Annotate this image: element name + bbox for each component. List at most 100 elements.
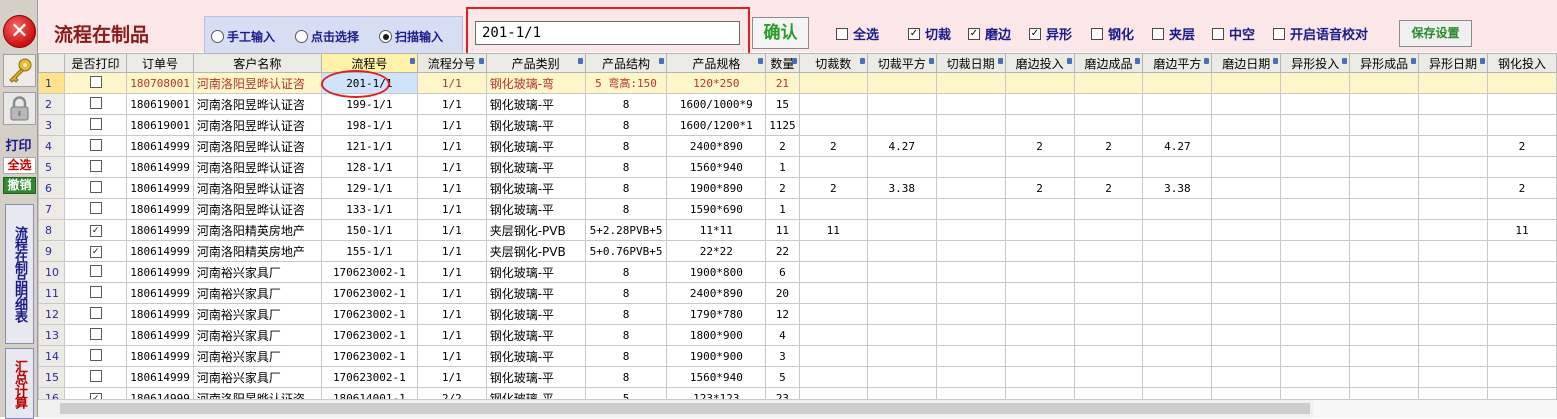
table-cell: 180614999 bbox=[126, 282, 194, 304]
print-checkbox-cell[interactable] bbox=[63, 114, 128, 136]
table-row[interactable]: 12 180614999 河南裕兴家具厂 170623002-1 1/1 钢化玻璃-平 8 1… bbox=[38, 303, 1557, 325]
print-checkbox-cell[interactable] bbox=[63, 366, 128, 388]
column-header-sorted[interactable]: 流程号 bbox=[320, 53, 418, 73]
print-checkbox[interactable] bbox=[89, 180, 102, 193]
column-header[interactable]: 磨边平方 bbox=[1142, 53, 1213, 73]
print-checkbox[interactable] bbox=[89, 96, 102, 109]
scan-input[interactable]: 201-1/1 bbox=[475, 21, 740, 45]
checkbox-edging[interactable]: ✓ 磨边 bbox=[968, 24, 1011, 43]
table-row[interactable]: 6 180614999 河南洛阳昱晔认证咨 129-1/1 1/1 钢化玻璃-平 8 1900… bbox=[38, 177, 1557, 199]
cancel-button[interactable]: 撤销 bbox=[3, 177, 36, 194]
print-checkbox[interactable] bbox=[89, 75, 102, 88]
confirm-button[interactable]: 确认 bbox=[752, 17, 809, 49]
print-checkbox-cell[interactable] bbox=[63, 135, 128, 157]
table-row[interactable]: 2 180619001 河南洛阳昱晔认证咨 199-1/1 1/1 钢化玻璃-平 8 1600… bbox=[38, 93, 1557, 115]
print-checkbox-cell[interactable] bbox=[63, 303, 128, 325]
column-header[interactable]: 异形日期 bbox=[1418, 53, 1488, 73]
lock-button[interactable] bbox=[3, 92, 36, 125]
checkbox-laminated[interactable]: 夹层 bbox=[1152, 24, 1195, 43]
print-checkbox[interactable] bbox=[89, 117, 102, 130]
column-header[interactable]: 产品类别 bbox=[485, 53, 586, 73]
table-row[interactable]: 9 ✓ 180614999 河南洛阳精英房地产 155-1/1 1/1 夹层钢化-PVB 5+… bbox=[38, 240, 1557, 262]
close-button[interactable]: ✕ bbox=[3, 15, 36, 48]
print-checkbox[interactable]: ✓ bbox=[89, 246, 102, 258]
print-checkbox-cell[interactable] bbox=[63, 261, 128, 283]
column-header[interactable]: 切裁日期 bbox=[935, 53, 1006, 73]
print-checkbox-cell[interactable] bbox=[63, 324, 128, 346]
summary-calc-button[interactable]: 汇总计算 bbox=[5, 348, 34, 419]
column-header[interactable]: 客户名称 bbox=[192, 53, 322, 73]
print-checkbox[interactable]: ✓ bbox=[89, 225, 102, 237]
column-header[interactable]: 产品结构 bbox=[584, 53, 668, 73]
table-row[interactable]: 16 ✓ 180614999 河南洛阳昱晔认证咨 180614001-1 2/2 钢化玻璃-… bbox=[38, 387, 1557, 399]
print-checkbox[interactable] bbox=[89, 348, 102, 361]
print-checkbox[interactable] bbox=[89, 369, 102, 382]
table-row[interactable]: 14 180614999 河南裕兴家具厂 170623002-1 1/1 钢化玻璃-平 8 1… bbox=[38, 345, 1557, 367]
column-header[interactable]: 异形投入 bbox=[1280, 53, 1351, 73]
save-settings-button[interactable]: 保存设置 bbox=[1399, 20, 1472, 47]
column-header[interactable]: 钢化投入 bbox=[1486, 53, 1557, 73]
print-button[interactable]: 打印 bbox=[0, 135, 37, 154]
print-checkbox[interactable] bbox=[89, 306, 102, 319]
column-header[interactable]: 数量 bbox=[765, 53, 800, 73]
checkbox-insulated[interactable]: 中空 bbox=[1212, 24, 1255, 43]
column-header[interactable]: 异形成品 bbox=[1349, 53, 1420, 73]
print-checkbox[interactable] bbox=[89, 327, 102, 340]
checkbox-tempering[interactable]: 钢化 bbox=[1091, 24, 1134, 43]
table-cell bbox=[1004, 198, 1075, 220]
print-checkbox-cell[interactable]: ✓ bbox=[63, 219, 128, 241]
column-label: 磨边投入 bbox=[1015, 56, 1064, 71]
table-cell: 1 bbox=[765, 156, 800, 178]
table-row[interactable]: 10 180614999 河南裕兴家具厂 170623002-1 1/1 钢化玻璃-平 8 1… bbox=[38, 261, 1557, 283]
print-checkbox[interactable] bbox=[89, 201, 102, 214]
radio-manual-input[interactable]: 手工输入 bbox=[211, 28, 275, 45]
horizontal-scrollbar[interactable] bbox=[38, 399, 1557, 418]
checkbox-select-all[interactable]: 全选 bbox=[836, 24, 879, 43]
column-header[interactable]: 磨边日期 bbox=[1211, 53, 1282, 73]
column-header[interactable]: 切裁数 bbox=[798, 53, 868, 73]
checkbox-cutting[interactable]: ✓ 切裁 bbox=[908, 24, 951, 43]
print-checkbox-cell[interactable]: ✓ bbox=[63, 240, 128, 262]
print-checkbox-cell[interactable] bbox=[63, 177, 128, 199]
print-checkbox-cell[interactable] bbox=[63, 345, 128, 367]
table-row[interactable]: 15 180614999 河南裕兴家具厂 170623002-1 1/1 钢化玻璃-平 8 1… bbox=[38, 366, 1557, 388]
table-row[interactable]: 1 180708001 河南洛阳昱晔认证咨 201-1/1 1/1 钢化玻璃-弯 5 弯高:… bbox=[38, 72, 1557, 94]
print-checkbox-cell[interactable] bbox=[63, 198, 128, 220]
print-checkbox-cell[interactable] bbox=[63, 93, 128, 115]
column-header[interactable]: 切裁平方 bbox=[866, 53, 937, 73]
table-cell bbox=[1142, 324, 1213, 346]
column-header[interactable]: 磨边投入 bbox=[1004, 53, 1075, 73]
row-number: 5 bbox=[38, 156, 65, 178]
column-header[interactable]: 订单号 bbox=[126, 53, 194, 73]
select-all-button[interactable]: 全选 bbox=[3, 157, 36, 174]
column-header[interactable]: 产品规格 bbox=[666, 53, 767, 73]
table-row[interactable]: 11 180614999 河南裕兴家具厂 170623002-1 1/1 钢化玻璃-平 8 2… bbox=[38, 282, 1557, 304]
checkbox-shaped[interactable]: ✓ 异形 bbox=[1029, 24, 1072, 43]
column-header[interactable]: 流程分号 bbox=[416, 53, 487, 73]
print-checkbox[interactable] bbox=[89, 264, 102, 277]
column-header[interactable]: 磨边成品 bbox=[1073, 53, 1144, 73]
table-cell: 180619001 bbox=[126, 93, 194, 115]
print-checkbox[interactable] bbox=[89, 138, 102, 151]
print-checkbox-cell[interactable]: ✓ bbox=[63, 387, 128, 399]
table-row[interactable]: 7 180614999 河南洛阳昱晔认证咨 133-1/1 1/1 钢化玻璃-平 8 1590… bbox=[38, 198, 1557, 220]
radio-scan-input[interactable]: 扫描输入 bbox=[379, 28, 443, 45]
table-cell: 180614999 bbox=[126, 366, 194, 388]
table-row[interactable]: 8 ✓ 180614999 河南洛阳精英房地产 150-1/1 1/1 夹层钢化-PVB 5+… bbox=[38, 219, 1557, 241]
table-row[interactable]: 3 180619001 河南洛阳昱晔认证咨 198-1/1 1/1 钢化玻璃-平 8 1600… bbox=[38, 114, 1557, 136]
print-checkbox[interactable] bbox=[89, 285, 102, 298]
flow-detail-report-button[interactable]: 流程在制品明细表 bbox=[5, 204, 34, 344]
checkbox-voice-check[interactable]: 开启语音校对 bbox=[1273, 24, 1368, 43]
radio-click-select[interactable]: 点击选择 bbox=[295, 28, 359, 45]
scrollbar-thumb[interactable] bbox=[60, 403, 1310, 414]
print-checkbox-cell[interactable] bbox=[63, 156, 128, 178]
table-row[interactable]: 5 180614999 河南洛阳昱晔认证咨 128-1/1 1/1 钢化玻璃-平 8 1560… bbox=[38, 156, 1557, 178]
table-row[interactable]: 13 180614999 河南裕兴家具厂 170623002-1 1/1 钢化玻璃-平 8 1… bbox=[38, 324, 1557, 346]
print-checkbox-cell[interactable] bbox=[63, 282, 128, 304]
print-checkbox-cell[interactable] bbox=[63, 72, 128, 94]
checkbox-box-checked: ✓ bbox=[1029, 27, 1041, 40]
print-checkbox[interactable] bbox=[89, 159, 102, 172]
key-button[interactable] bbox=[3, 54, 36, 87]
column-header[interactable]: 是否打印 bbox=[63, 53, 128, 73]
table-row[interactable]: 4 180614999 河南洛阳昱晔认证咨 121-1/1 1/1 钢化玻璃-平 8 2400… bbox=[38, 135, 1557, 157]
